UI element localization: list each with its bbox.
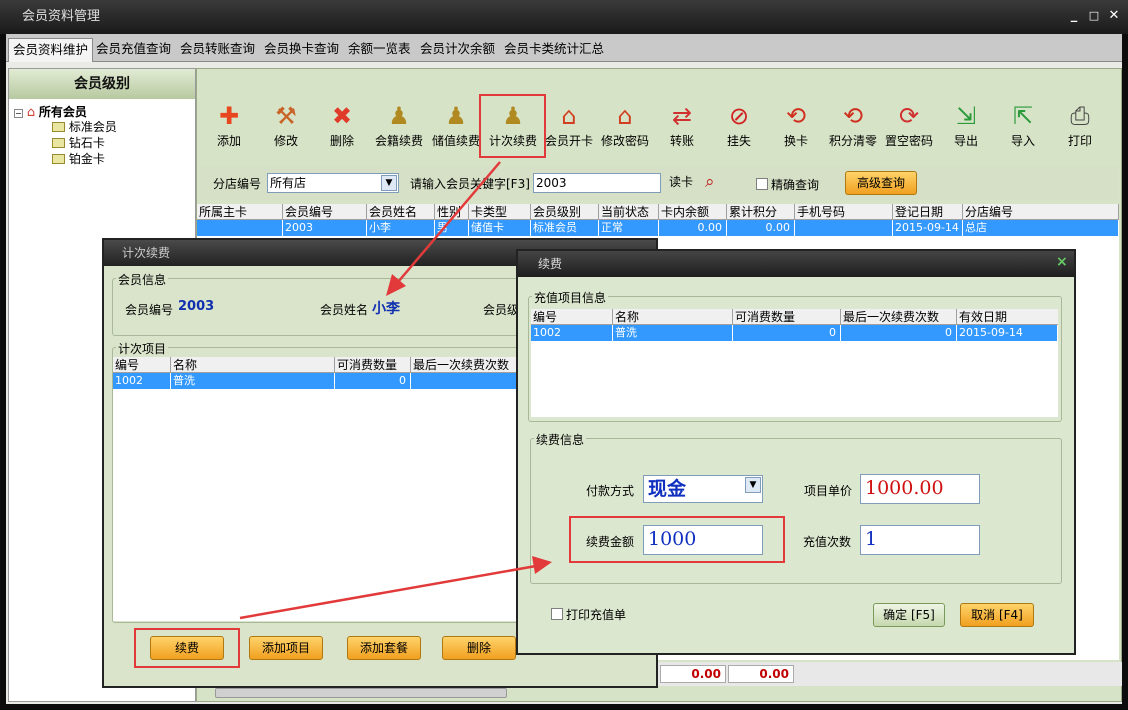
arrow-to-renew-amount (239, 556, 552, 620)
arrow-to-member-name (386, 161, 501, 296)
annotation-arrows (239, 161, 552, 620)
